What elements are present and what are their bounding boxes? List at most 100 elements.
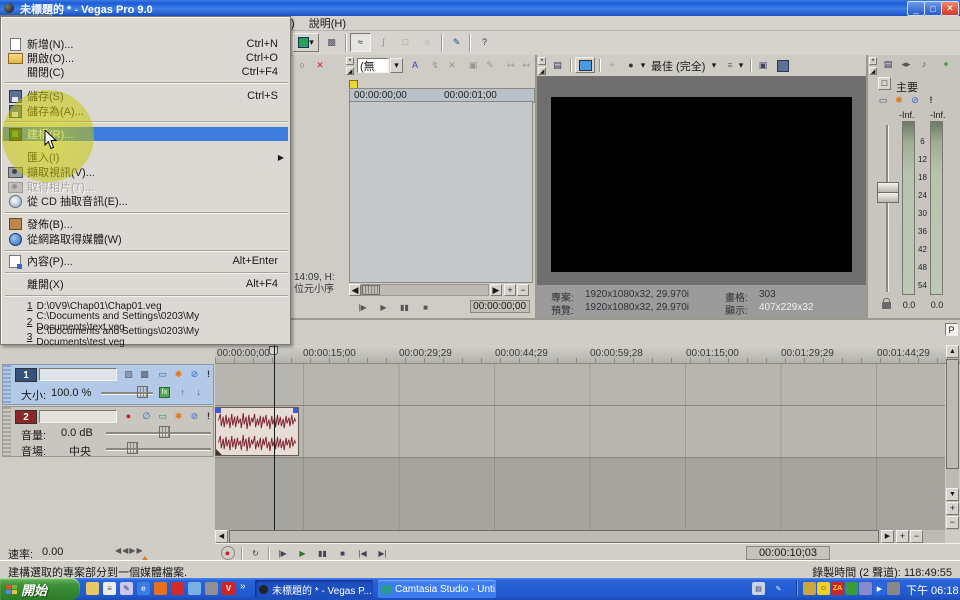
trimmer-edit-button[interactable]: ✎ (482, 58, 498, 73)
trimmer-open-button[interactable]: ↯ (427, 58, 443, 73)
record-arm-button[interactable]: ● (121, 410, 136, 423)
meter-right[interactable] (930, 121, 943, 295)
trimmer-mark-out-button[interactable]: ↤ (518, 58, 534, 73)
play-from-start-button[interactable]: |▶ (273, 546, 292, 560)
playhead-line[interactable] (274, 345, 275, 530)
trimmer-play-from-start-button[interactable]: |▶ (353, 300, 372, 314)
taskbar-task-vegas[interactable]: 未標題的 * - Vegas P... (255, 580, 373, 598)
menu-item-extract-audio-cd[interactable]: 從 CD 抽取音訊(E)... (3, 194, 288, 208)
restore-button[interactable]: □ (924, 1, 942, 16)
quality-dropdown-arrow[interactable]: ▾ (709, 58, 719, 73)
app-shortcut-icon[interactable]: ✎ (120, 582, 133, 595)
fill-tool-button[interactable]: ▾ (293, 33, 319, 52)
timeline-vscrollbar[interactable]: ▲ ▼ + − (946, 345, 959, 530)
track-motion-button[interactable]: ▩ (137, 368, 152, 381)
trimmer-media-properties-button[interactable]: A (407, 58, 423, 73)
split-screen-dropdown[interactable]: ▾ (736, 58, 746, 73)
timeline-hscrollbar[interactable]: ◀ ▶ + − (215, 530, 945, 543)
explorer-delete-button[interactable]: ✕ (312, 58, 328, 73)
composite-child-down-button[interactable]: ↓ (191, 386, 206, 399)
video-overlays-button[interactable]: + (604, 58, 620, 73)
trimmer-media-dropdown-button[interactable]: ▾ (390, 58, 403, 73)
trimmer-media-select[interactable]: (無 (357, 58, 389, 73)
trimmer-save-button[interactable]: ▣ (465, 58, 481, 73)
project-properties-button[interactable]: ▤ (549, 58, 566, 73)
fade-handle[interactable] (216, 449, 222, 455)
menu-item-get-media-from-web[interactable]: 從網路取得媒體(W) (3, 232, 288, 246)
time-zoom-out-button[interactable]: − (910, 530, 923, 543)
recent-file-3[interactable]: 3 C:\Documents and Settings\0203\My Docu… (3, 330, 288, 344)
panel-undock-button[interactable]: ◢ (346, 67, 354, 75)
panel-undock-button[interactable]: ◢ (538, 67, 546, 75)
menu-item-close[interactable]: 關閉(C) Ctrl+F4 (3, 65, 288, 79)
quick-launch-overflow[interactable]: » (240, 581, 246, 592)
external-monitor-button[interactable] (575, 57, 595, 73)
track-zoom-in-button[interactable]: + (946, 502, 959, 515)
track2-pan-slider-track[interactable] (106, 448, 211, 451)
trimmer-remove-button[interactable]: ✕ (444, 58, 460, 73)
pen-tool-button[interactable]: ✎ (446, 33, 467, 52)
track-mute-button[interactable]: ⊘ (187, 410, 202, 423)
split-screen-button[interactable]: ≡ (723, 58, 737, 73)
invert-phase-button[interactable]: ∅ (139, 410, 154, 423)
track-drag-handle[interactable] (3, 365, 11, 404)
track1-number[interactable]: 1 (15, 368, 37, 382)
panel-close-button[interactable]: × (538, 57, 546, 65)
mixer-fx-button[interactable]: ✱ (892, 94, 906, 107)
menu-item-exit[interactable]: 離開(X) Alt+F4 (3, 277, 288, 291)
preview-quality-label[interactable]: 最佳 (完全) (651, 58, 705, 73)
loop-playback-button[interactable]: ↻ (246, 546, 265, 560)
track-solo-button[interactable]: ! (201, 410, 216, 423)
go-to-start-button[interactable]: |◀ (353, 546, 372, 560)
master-fader-track[interactable] (886, 125, 889, 292)
menu-item-new[interactable]: 新增(N)... Ctrl+N (3, 37, 288, 51)
mixer-automation-button[interactable]: ▭ (876, 94, 890, 107)
internet-explorer-icon[interactable]: e (137, 582, 150, 595)
stop-button[interactable]: ■ (333, 546, 352, 560)
folder-shortcut-icon[interactable] (86, 582, 99, 595)
whats-this-help-button[interactable]: ? (474, 33, 495, 52)
go-to-end-button[interactable]: ▶| (373, 546, 392, 560)
track2-number[interactable]: 2 (15, 410, 37, 424)
track2-name-field[interactable] (39, 410, 117, 423)
track2-volume-slider-thumb[interactable] (159, 426, 170, 438)
zoom-edit-tool-button[interactable]: ○ (417, 33, 438, 52)
track1-size-slider-thumb[interactable] (137, 386, 148, 398)
panel-close-button[interactable]: × (869, 57, 877, 65)
trimmer-stop-button[interactable]: ■ (416, 300, 435, 314)
mixer-properties-button[interactable]: ▤ (880, 57, 896, 72)
preview-quality-button[interactable]: ● (623, 58, 639, 73)
bypass-motion-blur-button[interactable]: ▨ (121, 368, 136, 381)
start-button[interactable]: 開始 (0, 578, 80, 600)
menu-item-properties[interactable]: 內容(P)... Alt+Enter (3, 254, 288, 268)
mixer-solo-button[interactable]: ! (924, 94, 938, 107)
zonealarm-tray-icon[interactable]: ZA (831, 582, 844, 595)
scrub-control[interactable]: ◀◀▶▶ (115, 546, 144, 555)
track1-content-row[interactable] (215, 364, 945, 406)
track-fx-button[interactable]: ✱ (171, 410, 186, 423)
timeline-empty-area[interactable] (215, 458, 945, 530)
track-fx-button[interactable]: ✱ (171, 368, 186, 381)
trimmer-scrollbar-track[interactable] (361, 284, 489, 296)
scroll-left-button[interactable]: ◀ (215, 530, 228, 543)
menu-item-open[interactable]: 開啟(O)... Ctrl+O (3, 51, 288, 65)
scroll-up-button[interactable]: ▲ (946, 345, 959, 358)
messenger-icon[interactable] (188, 582, 201, 595)
automation-settings-button[interactable]: ▭ (155, 410, 170, 423)
menu-help[interactable]: 說明(H) (302, 16, 353, 30)
pan-crop-button[interactable]: ▩ (321, 33, 342, 52)
tray-green-icon[interactable] (845, 582, 858, 595)
video-display[interactable] (551, 97, 852, 272)
firefox-icon[interactable] (154, 582, 167, 595)
trimmer-scroll-left-button[interactable]: ◀ (349, 284, 361, 296)
track-mute-button[interactable]: ⊘ (187, 368, 202, 381)
trimmer-scroll-right-button[interactable]: ▶ (490, 284, 502, 296)
timeline-ruler[interactable]: 00:00:00;00 00:00:15;00 00:00:29;29 00:0… (215, 345, 960, 364)
make-compositing-child-button[interactable]: fx (157, 386, 172, 399)
cursor-time-display[interactable]: 00:00:10;03 (746, 546, 830, 560)
tray-key-icon[interactable] (803, 582, 816, 595)
trimmer-media-area[interactable] (349, 101, 533, 283)
vscroll-thumb[interactable] (946, 359, 959, 469)
document-shortcut-icon[interactable]: ≡ (103, 582, 116, 595)
panel-close-button[interactable]: × (346, 57, 354, 65)
